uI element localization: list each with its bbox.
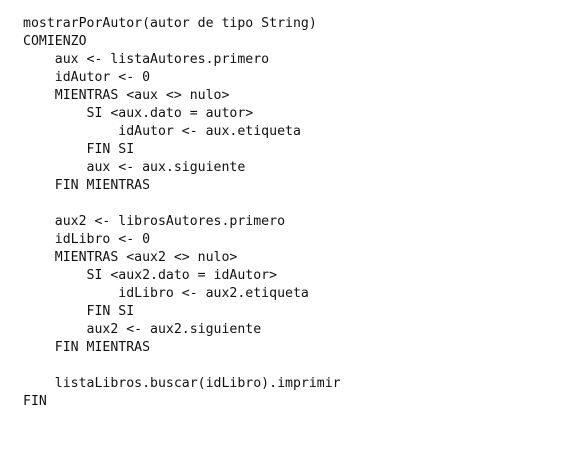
code-line: aux <- aux.siguiente (23, 160, 246, 175)
code-line: SI <aux2.dato = idAutor> (23, 268, 278, 283)
code-line: aux2 <- aux2.siguiente (23, 322, 262, 337)
code-line: idAutor <- 0 (23, 70, 151, 85)
code-line: aux2 <- librosAutores.primero (23, 214, 286, 229)
code-line: idLibro <- 0 (23, 232, 151, 247)
code-line: idLibro <- aux2.etiqueta (23, 286, 309, 301)
code-line: MIENTRAS <aux2 <> nulo> (23, 250, 238, 265)
code-line: SI <aux.dato = autor> (23, 106, 254, 121)
code-line: aux <- listaAutores.primero (23, 52, 270, 67)
pseudocode-block: mostrarPorAutor(autor de tipo String) CO… (23, 15, 341, 411)
code-line: idAutor <- aux.etiqueta (23, 124, 301, 139)
code-line: FIN (23, 394, 47, 409)
code-line: FIN MIENTRAS (23, 178, 151, 193)
code-line: mostrarPorAutor(autor de tipo String) (23, 16, 317, 31)
code-line: FIN SI (23, 304, 135, 319)
code-line: MIENTRAS <aux <> nulo> (23, 88, 230, 103)
code-line: FIN SI (23, 142, 135, 157)
code-line: FIN MIENTRAS (23, 340, 151, 355)
code-line: listaLibros.buscar(idLibro).imprimir (23, 376, 341, 391)
code-line: COMIENZO (23, 34, 87, 49)
